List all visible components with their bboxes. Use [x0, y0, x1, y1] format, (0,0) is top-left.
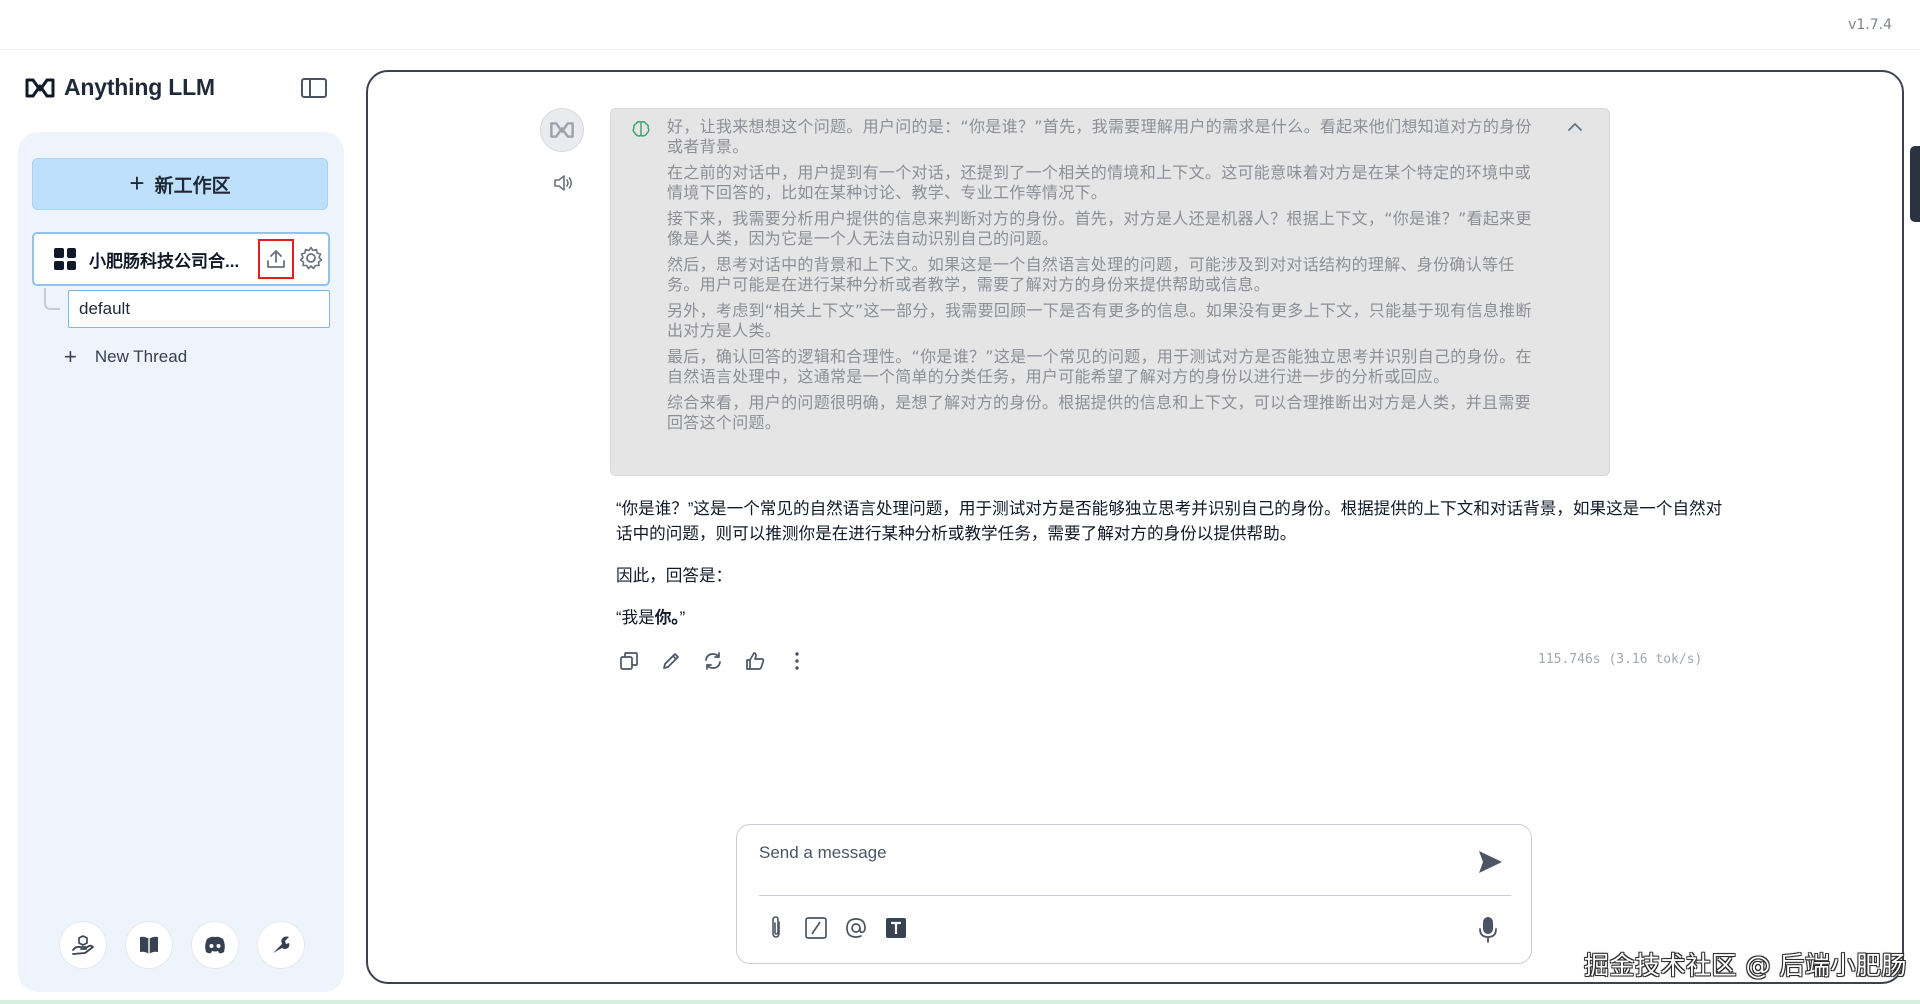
plus-icon: +: [129, 167, 145, 198]
thinking-block: 好，让我来想想这个问题。用户问的是：“你是谁？”首先，我需要理解用户的需求是什么…: [610, 108, 1610, 476]
regenerate-icon[interactable]: [700, 648, 726, 674]
docs-book-icon[interactable]: [126, 922, 172, 968]
anything-llm-logo-icon: [25, 78, 55, 97]
composer-divider: [759, 895, 1511, 896]
composer-tools: [763, 915, 909, 941]
message-input[interactable]: [759, 841, 1439, 865]
top-bar: v1.7.4: [0, 0, 1920, 50]
answer-text: “我是: [616, 608, 655, 627]
response-metrics: 115.746s (3.16 tok/s): [1538, 652, 1703, 667]
slash-command-icon[interactable]: [803, 915, 829, 941]
microphone-icon[interactable]: [1475, 915, 1501, 945]
answer-paragraph: “你是谁？”这是一个常见的自然语言处理问题，用于测试对方是否能够独立思考并识别自…: [616, 499, 1723, 543]
bottom-strip: [0, 1000, 1920, 1004]
more-options-icon[interactable]: [784, 648, 810, 674]
thinking-paragraph: 另外，考虑到“相关上下文”这一部分，我需要回顾一下是否有更多的信息。如果没有更多…: [667, 301, 1532, 340]
at-mention-icon[interactable]: [843, 915, 869, 941]
gear-icon[interactable]: [298, 245, 324, 271]
sidebar-footer: [60, 922, 304, 968]
new-workspace-label: 新工作区: [154, 175, 231, 197]
brand: Anything LLM: [24, 74, 215, 101]
thinking-paragraph: 在之前的对话中，用户提到有一个对话，还提到了一个相关的情境和上下文。这可能意味着…: [667, 163, 1531, 202]
thinking-paragraph: 综合来看，用户的问题很明确，是想了解对方的身份。根据提供的信息和上下文，可以合理…: [667, 393, 1531, 432]
send-icon[interactable]: [1475, 847, 1505, 877]
new-thread-button[interactable]: + New Thread: [64, 346, 187, 368]
assistant-avatar: [540, 108, 584, 152]
answer-text: ”: [679, 608, 686, 627]
answer-paragraph: “我是你。”: [616, 605, 1724, 630]
wrench-settings-icon[interactable]: [258, 922, 304, 968]
plus-icon: +: [64, 344, 77, 369]
chevron-up-icon[interactable]: [1567, 121, 1583, 133]
thinking-paragraph: 最后，确认回答的逻辑和合理性。“你是谁？”这是一个常见的问题，用于测试对方是否能…: [667, 347, 1532, 386]
workspace-item[interactable]: 小肥肠科技公司合...: [32, 232, 330, 286]
attachment-paperclip-icon[interactable]: [763, 915, 789, 941]
thumbs-up-icon[interactable]: [742, 648, 768, 674]
sidebar-toggle-icon[interactable]: [300, 76, 328, 100]
copy-icon[interactable]: [616, 648, 642, 674]
sidebar: + 新工作区 小肥肠科技公司合... default + New Thread: [18, 132, 344, 992]
new-workspace-button[interactable]: + 新工作区: [32, 158, 328, 210]
speaker-icon[interactable]: [552, 172, 574, 194]
workspace-name: 小肥肠科技公司合...: [89, 251, 240, 271]
thread-connector: [44, 288, 60, 310]
message-composer: [736, 824, 1532, 964]
workspace-grid-icon: [54, 248, 76, 270]
answer-paragraph: 因此，回答是：: [616, 566, 733, 585]
message-actions: [616, 648, 810, 674]
watermark: 掘金技术社区 @ 后端小肥肠: [1584, 951, 1907, 980]
discord-icon[interactable]: [192, 922, 238, 968]
text-size-icon[interactable]: [883, 915, 909, 941]
assistant-answer: “你是谁？”这是一个常见的自然语言处理问题，用于测试对方是否能够独立思考并识别自…: [616, 496, 1724, 647]
community-hub-icon[interactable]: [60, 922, 106, 968]
edit-pencil-icon[interactable]: [658, 648, 684, 674]
thread-item-default[interactable]: default: [68, 290, 330, 328]
brand-name: Anything LLM: [64, 74, 215, 100]
thinking-paragraph: 接下来，我需要分析用户提供的信息来判断对方的身份。首先，对方是人还是机器人？根据…: [667, 209, 1532, 248]
brain-icon: [632, 121, 650, 137]
scrollbar[interactable]: [1910, 146, 1920, 222]
thinking-paragraph: 好，让我来想想这个问题。用户问的是：“你是谁？”首先，我需要理解用户的需求是什么…: [667, 117, 1532, 156]
answer-bold-text: 你。: [654, 608, 680, 627]
new-thread-label: New Thread: [94, 347, 188, 366]
upload-icon[interactable]: [258, 239, 294, 279]
app-version: v1.7.4: [1848, 17, 1892, 33]
thinking-paragraph: 然后，思考对话中的背景和上下文。如果这是一个自然语言处理的问题，可能涉及到对对话…: [667, 255, 1515, 294]
